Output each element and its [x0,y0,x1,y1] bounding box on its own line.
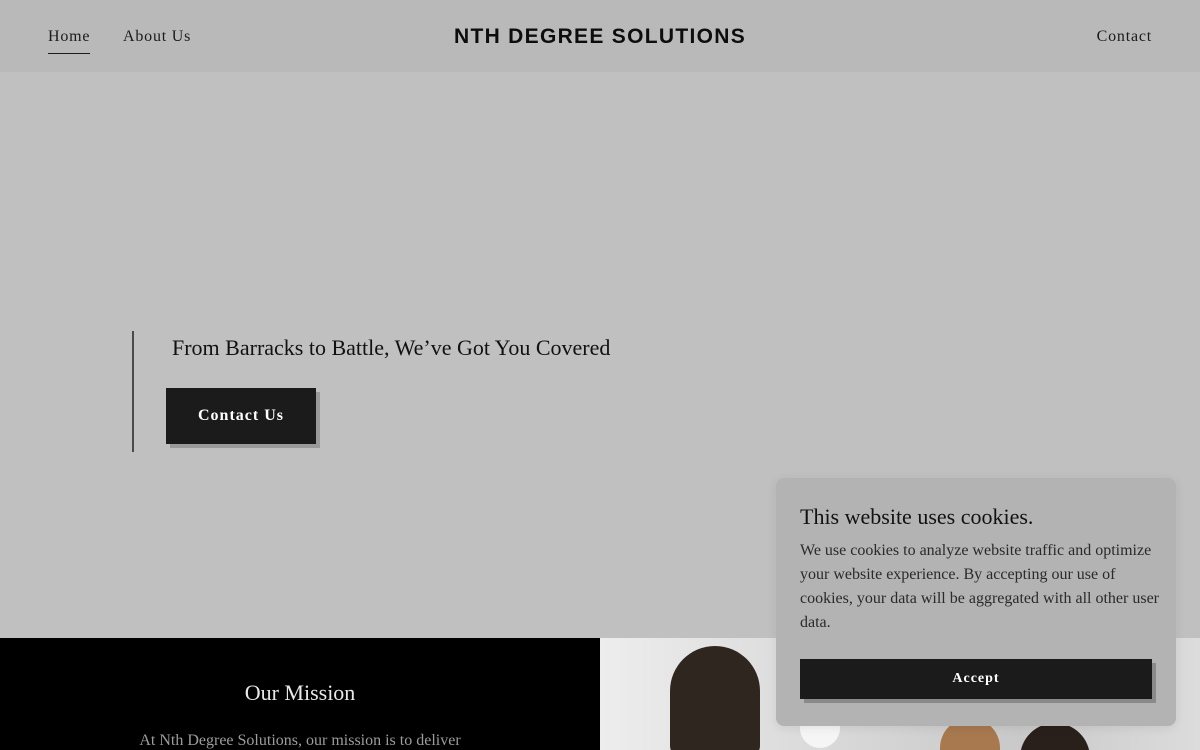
site-brand[interactable]: NTH DEGREE SOLUTIONS [0,24,1200,50]
nav-link-contact[interactable]: Contact [1097,27,1152,47]
photo-person-right [1020,723,1090,750]
contact-us-button[interactable]: Contact Us [166,388,316,444]
accept-cookies-button[interactable]: Accept [800,659,1152,699]
cookie-banner-title: This website uses cookies. [800,504,1034,529]
site-header: Home About Us NTH DEGREE SOLUTIONS Conta… [0,0,1200,72]
photo-person-left [670,646,760,750]
hero-tagline: From Barracks to Battle, We’ve Got You C… [172,335,611,360]
hero-divider [132,331,134,452]
mission-title: Our Mission [244,680,356,705]
mission-text: At Nth Degree Solutions, our mission is … [139,732,461,749]
cookie-banner-body: We use cookies to analyze website traffi… [800,542,1159,631]
cookie-banner: This website uses cookies. We use cookie… [776,478,1176,726]
